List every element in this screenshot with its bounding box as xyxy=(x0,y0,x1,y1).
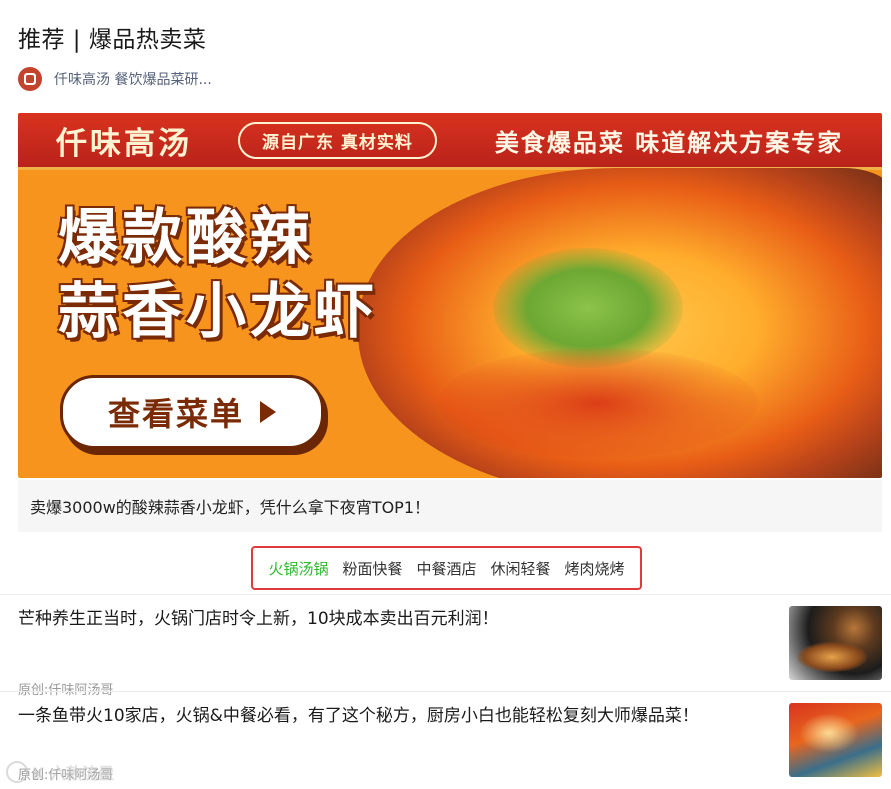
divider xyxy=(0,594,891,595)
author-logo-icon[interactable] xyxy=(18,67,42,91)
banner-brand: 仟味高汤 xyxy=(56,125,192,162)
tab-bbq[interactable]: 烤肉烧烤 xyxy=(565,558,625,579)
article-item[interactable]: 芒种养生正当时，火锅门店时令上新，10块成本卖出百元利润！ 原创:仟味阿汤哥 xyxy=(18,606,882,698)
banner-caption-text: 卖爆3000w的酸辣蒜香小龙虾，凭什么拿下夜宵TOP1！ xyxy=(30,498,431,517)
author-row[interactable]: 仟味高汤 餐饮爆品菜研... xyxy=(18,66,212,92)
watermark-text: K 六款流量 xyxy=(32,764,114,783)
headline-line-2: 蒜香小龙虾 xyxy=(58,277,378,347)
category-tabs: 火锅汤锅 粉面快餐 中餐酒店 休闲轻餐 烤肉烧烤 xyxy=(251,546,642,590)
tab-casual-light-meal[interactable]: 休闲轻餐 xyxy=(491,558,551,579)
divider xyxy=(0,691,891,692)
article-thumbnail[interactable] xyxy=(789,606,882,680)
tab-hotpot[interactable]: 火锅汤锅 xyxy=(268,558,328,579)
banner-caption[interactable]: 卖爆3000w的酸辣蒜香小龙虾，凭什么拿下夜宵TOP1！ xyxy=(18,480,882,532)
banner-header: 仟味高汤 源自广东 真材实料 美食爆品菜 味道解决方案专家 xyxy=(18,113,882,170)
banner-headline: 爆款酸辣 蒜香小龙虾 xyxy=(58,201,378,349)
promo-banner[interactable]: 仟味高汤 源自广东 真材实料 美食爆品菜 味道解决方案专家 爆款酸辣 蒜香小龙虾… xyxy=(18,113,882,478)
headline-line-1: 爆款酸辣 xyxy=(58,203,314,273)
article-item[interactable]: 一条鱼带火10家店，火锅&中餐必看，有了这个秘方，厨房小白也能轻松复刻大师爆品菜… xyxy=(18,703,882,783)
article-title[interactable]: 芒种养生正当时，火锅门店时令上新，10块成本卖出百元利润！ xyxy=(18,606,758,632)
watermark: K 六款流量 xyxy=(6,760,114,784)
article-source: 原创:仟味阿汤哥 xyxy=(18,683,114,698)
watermark-logo-icon xyxy=(6,761,28,783)
play-arrow-icon xyxy=(260,401,276,423)
tab-chinese-restaurant[interactable]: 中餐酒店 xyxy=(416,558,476,579)
author-name[interactable]: 仟味高汤 餐饮爆品菜研... xyxy=(54,69,212,89)
banner-slogan: 美食爆品菜 味道解决方案专家 xyxy=(494,128,844,157)
article-thumbnail[interactable] xyxy=(789,703,882,777)
banner-pill: 源自广东 真材实料 xyxy=(238,121,437,159)
crayfish-dish-image xyxy=(358,168,882,478)
article-title[interactable]: 一条鱼带火10家店，火锅&中餐必看，有了这个秘方，厨房小白也能轻松复刻大师爆品菜… xyxy=(18,703,758,729)
view-menu-button[interactable]: 查看菜单 xyxy=(60,375,324,449)
tab-noodles-fastfood[interactable]: 粉面快餐 xyxy=(342,558,402,579)
view-menu-label: 查看菜单 xyxy=(107,395,244,433)
page-title: 推荐 | 爆品热卖菜 xyxy=(18,27,207,53)
